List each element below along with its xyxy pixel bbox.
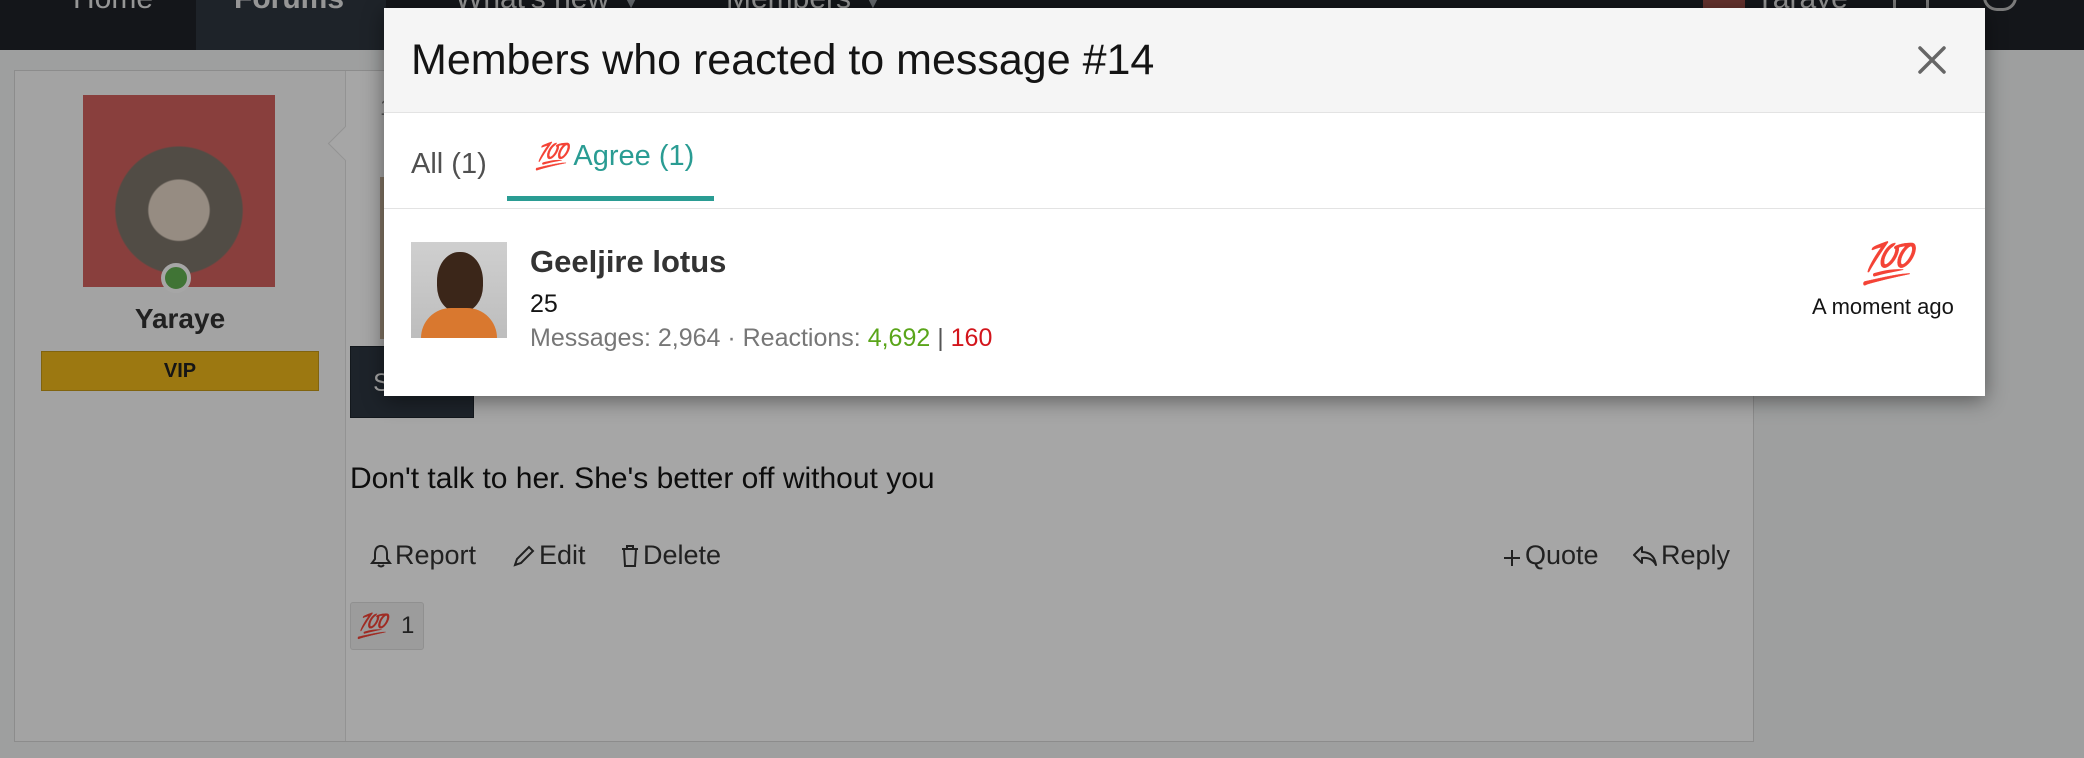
reaction-time: A moment ago xyxy=(1812,294,1954,319)
member-stats: Messages: 2,964 · Reactions: 4,692 | 160 xyxy=(530,324,992,353)
avatar-face xyxy=(437,252,483,312)
messages-count: 2,964 xyxy=(657,324,721,352)
messages-label: Messages: xyxy=(530,324,658,352)
modal-title: Members who reacted to message #14 xyxy=(411,36,1155,84)
member-name[interactable]: Geeljire lotus xyxy=(530,244,726,280)
avatar-shirt xyxy=(421,308,497,338)
member-avatar[interactable] xyxy=(411,242,507,338)
reactions-separator: | xyxy=(930,324,951,352)
reactions-negative: 160 xyxy=(950,324,993,352)
active-tab-indicator xyxy=(507,196,714,201)
modal-header: Members who reacted to message #14 xyxy=(384,8,1985,113)
reaction-tabs: All (1) 💯 Agree (1) xyxy=(384,112,1985,209)
tab-agree[interactable]: 💯 Agree (1) xyxy=(535,140,694,173)
reactions-positive: 4,692 xyxy=(867,324,931,352)
member-title: 25 xyxy=(530,290,558,318)
reactions-modal: Members who reacted to message #14 All (… xyxy=(384,8,1985,396)
hundred-points-icon: 💯 xyxy=(535,141,568,171)
close-icon xyxy=(1918,46,1946,74)
tab-agree-label: Agree (1) xyxy=(573,140,695,172)
hundred-points-icon: 💯 xyxy=(1862,242,1912,286)
list-item: Geeljire lotus 25 Messages: 2,964 · Reac… xyxy=(384,208,1985,396)
tab-all[interactable]: All (1) xyxy=(411,148,487,181)
reactions-label: · Reactions: xyxy=(720,324,868,352)
close-button[interactable] xyxy=(1912,40,1952,80)
